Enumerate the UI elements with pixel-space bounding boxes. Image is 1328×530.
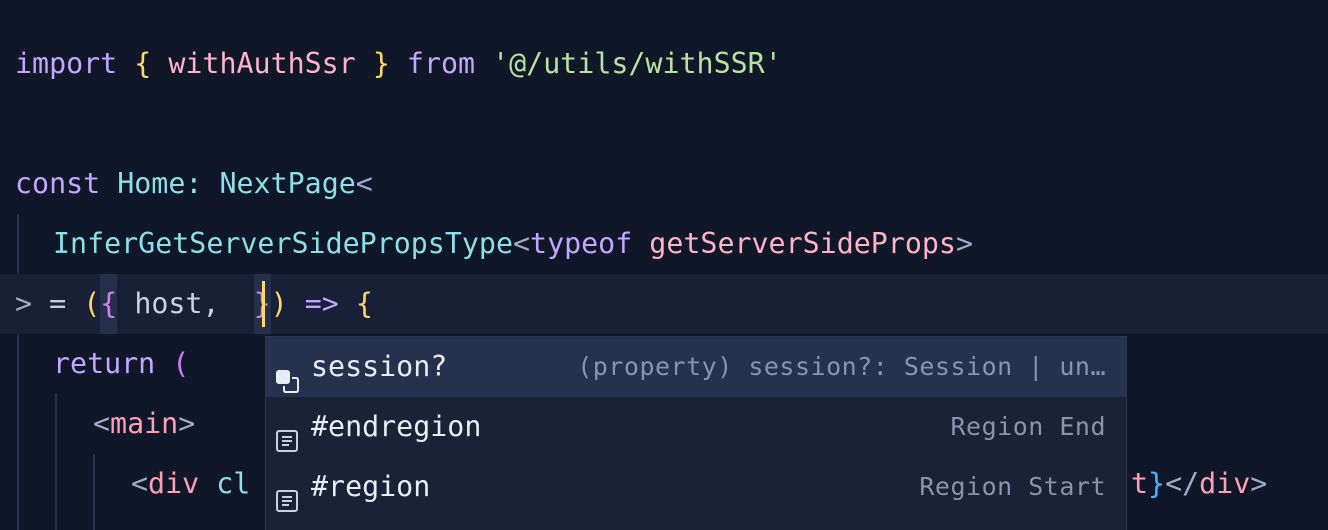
suggestion-label: #endregion — [311, 410, 482, 443]
suggestion-item-session[interactable]: session? (property) session?: Session | … — [266, 337, 1126, 397]
tag-lt: < — [93, 407, 111, 440]
code-editor[interactable]: import { withAuthSsr } from '@/utils/wit… — [0, 0, 1328, 530]
paren-open: ( — [172, 347, 190, 380]
indent-guide — [17, 214, 19, 274]
suggestion-item-region[interactable]: #region Region Start — [266, 457, 1126, 517]
attr-partial: cl — [216, 467, 251, 500]
property-icon — [274, 355, 300, 393]
identifier-getserversideprops: getServerSideProps — [649, 227, 956, 260]
suggestion-detail: Region Start — [919, 472, 1106, 501]
indent-guide — [93, 454, 95, 530]
paren-close: ) — [270, 287, 288, 320]
keyword-import: import — [15, 47, 118, 80]
close-tag-gt: > — [1250, 467, 1268, 500]
suggestion-detail: (property) session?: Session | un… — [577, 352, 1106, 381]
autocomplete-widget[interactable]: session? (property) session?: Session | … — [265, 336, 1127, 530]
suggestion-label: #region — [311, 470, 431, 503]
code-line-1[interactable]: import { withAuthSsr } from '@/utils/wit… — [0, 34, 1328, 94]
paren-open: ( — [83, 287, 101, 320]
snippet-icon — [274, 475, 300, 512]
angle-close: > — [15, 287, 33, 320]
brace-open: { — [134, 47, 152, 80]
brace-close: } — [372, 47, 390, 80]
tag-main: main — [110, 407, 179, 440]
text-cursor — [262, 281, 265, 327]
keyword-const: const — [15, 167, 101, 200]
indent-guide — [17, 394, 19, 454]
keyword-return: return — [53, 347, 156, 380]
expr-tail: t — [1131, 467, 1149, 500]
indent-guide — [17, 454, 19, 530]
indent-guide — [17, 334, 19, 394]
indent-guide — [55, 394, 57, 454]
suggestion-detail: Region End — [950, 412, 1106, 441]
code-line-2[interactable]: const Home: NextPage< — [0, 154, 1328, 214]
colon: : — [185, 167, 203, 200]
angle-open: < — [512, 227, 531, 260]
close-tag-div: div — [1199, 467, 1251, 500]
keyword-from: from — [406, 47, 476, 80]
keyword-typeof: typeof — [530, 227, 633, 260]
snippet-icon — [274, 415, 300, 452]
body-brace-open: { — [355, 287, 373, 320]
suggestion-item-endregion[interactable]: #endregion Region End — [266, 397, 1126, 457]
expr-brace-close: } — [1148, 467, 1166, 500]
code-line-4-current[interactable]: > = ({ host, }) => { — [0, 274, 1328, 334]
angle-open: < — [355, 167, 373, 200]
equals-sign: = — [49, 287, 67, 320]
param-host: host, — [134, 287, 220, 320]
type-infer: InferGetServerSidePropsType — [53, 227, 513, 260]
module-string: '@/utils/withSSR' — [492, 47, 782, 80]
arrow: => — [304, 287, 339, 320]
type-nextpage: NextPage — [219, 167, 356, 200]
matched-brace-open: { — [100, 274, 118, 334]
close-tag-lt: </ — [1165, 467, 1200, 500]
angle-close: > — [955, 227, 973, 260]
code-line-3[interactable]: InferGetServerSidePropsType<typeof getSe… — [0, 214, 1328, 274]
tag-gt: > — [178, 407, 196, 440]
component-name: Home — [117, 167, 186, 200]
suggestion-label: session? — [311, 350, 448, 383]
tag-div: div — [148, 467, 200, 500]
tag-lt: < — [131, 467, 149, 500]
import-identifier: withAuthSsr — [168, 47, 356, 80]
indent-guide — [55, 454, 57, 530]
